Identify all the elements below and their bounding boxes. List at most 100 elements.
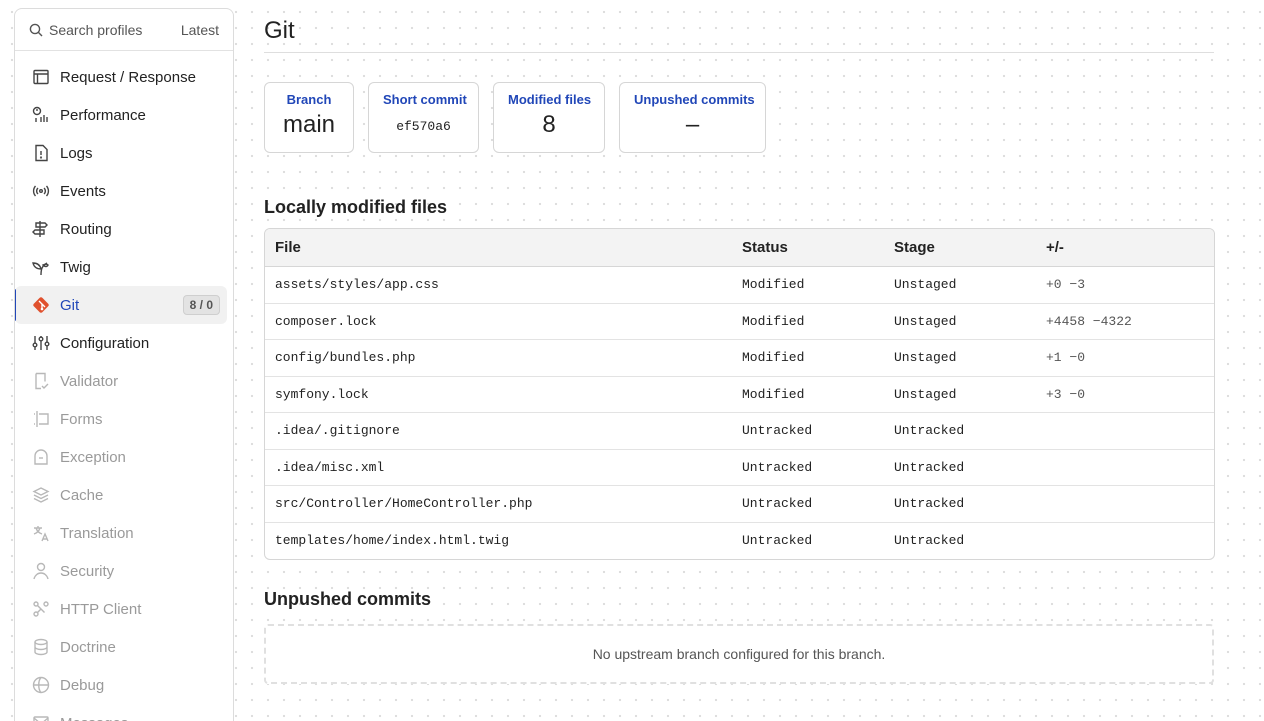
search-profiles-label[interactable]: Search profiles [49,22,181,38]
sidebar-item-configuration[interactable]: Configuration [15,324,227,362]
sidebar-item-label: Validator [60,372,119,390]
table-row: config/bundles.php Modified Unstaged +1 −0 [265,340,1214,377]
metric-modified-files: Modified files 8 [493,82,605,153]
column-header-stage: Stage [884,229,1036,267]
status-cell: Untracked [732,486,884,523]
sidebar-item-events[interactable]: Events [15,172,227,210]
sidebar-item-label: Debug [60,676,105,694]
sidebar-item-performance[interactable]: Performance [15,96,227,134]
sidebar-item-twig[interactable]: Twig [15,248,227,286]
status-cell: Modified [732,267,884,304]
table-row: symfony.lock Modified Unstaged +3 −0 [265,377,1214,413]
diff-cell [1036,486,1214,523]
exception-icon [31,447,51,467]
stage-cell: Untracked [884,413,1036,450]
sidebar-item-doctrine: Doctrine [15,628,227,666]
diff-cell: +1 −0 [1036,340,1214,377]
files-section-title: Locally modified files [264,197,448,217]
table-row: composer.lock Modified Unstaged +4458 −4322 [265,304,1214,340]
security-icon [31,561,51,581]
table-row: templates/home/index.html.twig Untracked U… [265,523,1214,560]
unpushed-empty-state: No upstream branch configured for this b… [264,624,1214,684]
metric-label: Unpushed commits [634,92,755,107]
status-cell: Untracked [742,533,813,549]
sidebar-item-label: Logs [60,144,93,162]
status-cell: Modified [732,377,884,413]
status-cell: Untracked [732,413,884,450]
sidebar-item-messages: Messages [15,704,227,721]
stage-cell: Untracked [884,486,1036,523]
search-profiles-row[interactable]: Search profiles Latest [15,9,233,51]
metric-label: Branch [286,92,332,107]
status-cell: Untracked [732,450,884,486]
file-cell: .idea/misc.xml [265,450,732,486]
status-cell: Modified [732,340,884,377]
metric-value: – [685,111,700,138]
twig-icon [31,257,51,277]
diff-cell: +3 −0 [1036,377,1214,413]
metric-unpushed-commits: Unpushed commits – [619,82,766,153]
diff-cell: +0 −3 [1036,267,1214,304]
search-icon [29,23,43,36]
sidebar-item-label: Translation [60,524,134,542]
sidebar-item-forms: Forms [15,400,227,438]
sidebar-item-label: Git [60,296,80,314]
metric-branch: Branch main [264,82,354,153]
validator-icon [31,371,51,391]
count-badge: 8 / 0 [182,295,220,315]
sidebar-item-label: Twig [60,258,91,276]
sidebar-item-debug: Debug [15,666,227,704]
metric-value: 8 [542,111,556,138]
latest-link[interactable]: Latest [181,22,219,38]
column-header-file: File [265,229,732,267]
metric-value: main [282,111,336,138]
sidebar-item-routing[interactable]: Routing [15,210,227,248]
diff-cell [1036,413,1214,450]
page-title: Git [264,0,1214,53]
metric-label: Short commit [383,92,467,107]
sidebar-item-request-response[interactable]: Request / Response [15,58,227,96]
sidebar-item-security: Security [15,552,227,590]
sidebar-item-label: Cache [60,486,104,504]
sidebar-item-logs[interactable]: Logs [15,134,227,172]
debug-icon [31,675,51,695]
sidebar-item-exception: Exception [15,438,227,476]
table-row: src/Controller/HomeController.php Untrack… [265,486,1214,523]
messages-icon [31,713,51,721]
table-header-row: File Status Stage +/- [265,229,1214,267]
sidebar: Search profiles Latest Request / Respons… [14,8,234,721]
sidebar-item-label: Request / Response [60,68,196,86]
metric-label: Modified files [508,92,592,107]
sidebar-item-label: Forms [60,410,103,428]
unpushed-section-title: Unpushed commits [264,589,432,609]
sidebar-item-label: Doctrine [60,638,116,656]
diff-cell [1036,450,1214,486]
stage-cell: Unstaged [884,304,1036,340]
status-cell: Modified [732,304,884,340]
stage-cell: Untracked [884,450,1036,486]
events-icon [31,181,51,201]
diff-cell: +4458 −4322 [1036,304,1214,340]
forms-icon [31,409,51,429]
metric-value: ef570a6 [396,119,451,134]
file-cell: config/bundles.php [265,340,732,377]
table-row: assets/styles/app.css Modified Unstaged +0 … [265,267,1214,304]
metric-short-commit: Short commit ef570a6 [368,82,479,153]
file-cell: src/Controller/HomeController.php [265,486,732,523]
column-header-diff: +/- [1036,229,1214,267]
configuration-icon [31,333,51,353]
file-cell: templates/home/index.html.twig [275,533,510,549]
metrics-row: Branch main Short commit ef570a6 Modifie… [264,82,1214,153]
sidebar-item-label: Configuration [60,334,150,352]
sidebar-item-git[interactable]: Git 8 / 0 [15,286,227,324]
sidebar-item-http-client: HTTP Client [15,590,227,628]
cache-icon [31,485,51,505]
sidebar-item-translation: Translation [15,514,227,552]
routing-icon [31,219,51,239]
git-icon [31,295,51,315]
modified-files-table: File Status Stage +/- assets/styles/app.… [264,228,1215,560]
diff-cell [1036,523,1214,560]
table-row: .idea/.gitignore Untracked Untracked [265,413,1214,450]
file-cell: symfony.lock [265,377,732,413]
column-header-status: Status [732,229,884,267]
